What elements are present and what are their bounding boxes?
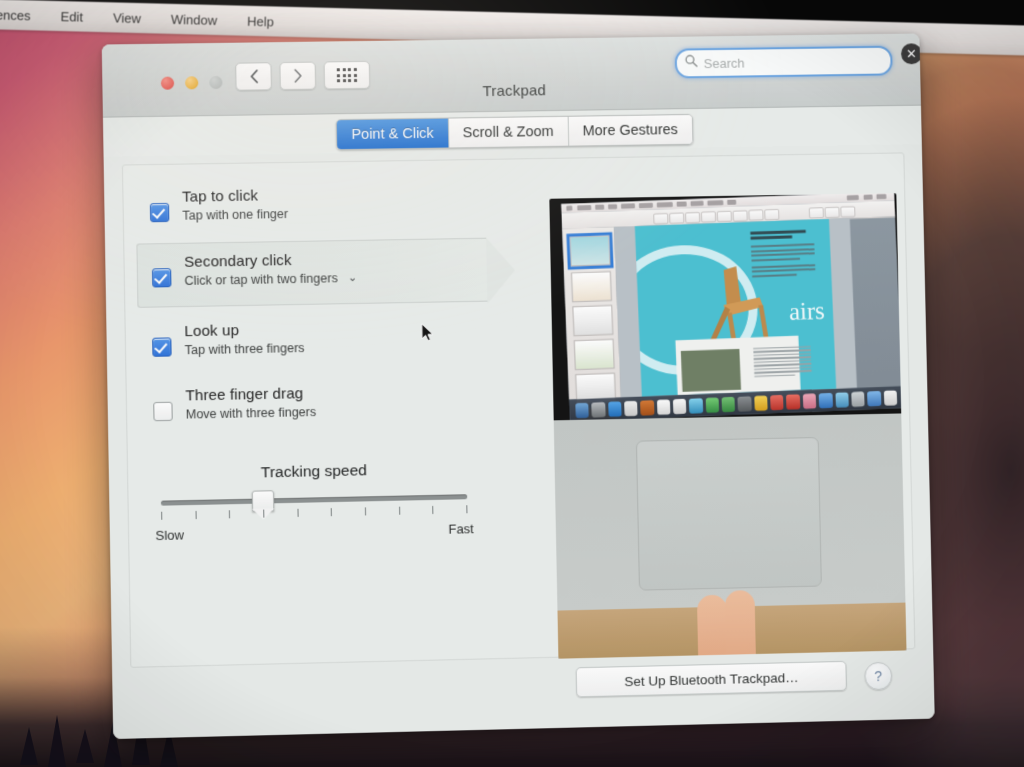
slider-ticks bbox=[161, 505, 468, 524]
preview-thumb bbox=[570, 271, 612, 303]
tracking-speed-slider[interactable] bbox=[160, 490, 468, 512]
tracking-speed-label: Tracking speed bbox=[260, 462, 368, 482]
tab-content-panel: Tap to click Tap with one finger Seconda… bbox=[103, 144, 935, 740]
slider-end-labels: Slow Fast bbox=[155, 521, 474, 543]
gesture-preview-video: airs bbox=[549, 193, 907, 659]
show-all-grid-icon bbox=[336, 67, 357, 83]
mouse-cursor bbox=[420, 322, 435, 343]
preview-trackpad-surface bbox=[635, 437, 822, 591]
page-title: Trackpad bbox=[482, 82, 547, 101]
tab-point-and-click[interactable]: Point & Click bbox=[337, 118, 450, 150]
preview-mac-screen: airs bbox=[561, 193, 904, 439]
tab-scroll-and-zoom[interactable]: Scroll & Zoom bbox=[448, 116, 569, 148]
menu-item-preferences[interactable]: rences bbox=[0, 7, 31, 23]
checkbox-look-up[interactable] bbox=[152, 337, 172, 357]
gesture-options-list: Tap to click Tap with one finger Seconda… bbox=[135, 174, 490, 443]
preview-thumb bbox=[573, 338, 615, 371]
tree-silhouette bbox=[76, 729, 94, 763]
checkbox-tap-to-click[interactable] bbox=[149, 202, 170, 223]
tracking-speed-section: Tracking speed Slow Fast bbox=[152, 460, 476, 543]
preview-thumb bbox=[566, 232, 614, 270]
preview-inset-photo bbox=[681, 348, 741, 392]
menu-item-window[interactable]: Window bbox=[171, 11, 218, 27]
menu-item-edit[interactable]: Edit bbox=[60, 9, 83, 25]
menu-item-view[interactable]: View bbox=[113, 10, 141, 26]
preview-laptop-body bbox=[553, 413, 906, 611]
preview-page-thumbnails bbox=[562, 227, 622, 439]
tree-silhouette bbox=[48, 715, 66, 767]
search-field[interactable]: Search bbox=[674, 45, 893, 79]
checkbox-secondary-click[interactable] bbox=[151, 268, 172, 288]
option-row-three-finger-drag[interactable]: Three finger drag Move with three finger… bbox=[139, 372, 490, 443]
option-row-look-up[interactable]: Look up Tap with three fingers bbox=[138, 308, 489, 379]
clear-circle-icon: ✕ bbox=[905, 46, 917, 62]
slider-max-label: Fast bbox=[448, 521, 474, 537]
preview-document-canvas: airs bbox=[613, 218, 857, 398]
option-row-secondary-click[interactable]: Secondary click Click or tap with two fi… bbox=[136, 237, 488, 308]
tab-more-gestures[interactable]: More Gestures bbox=[568, 114, 693, 146]
tree-silhouette bbox=[20, 727, 38, 765]
settings-panel: Tap to click Tap with one finger Seconda… bbox=[121, 152, 916, 668]
preview-page: airs bbox=[635, 218, 836, 397]
search-icon bbox=[685, 54, 698, 72]
clear-search-button[interactable]: ✕ bbox=[900, 43, 923, 65]
window-titlebar: Trackpad Search ✕ bbox=[101, 33, 923, 118]
preview-thumb bbox=[572, 304, 614, 337]
option-row-tap-to-click[interactable]: Tap to click Tap with one finger bbox=[135, 174, 486, 244]
chevron-left-icon bbox=[249, 69, 258, 84]
slider-min-label: Slow bbox=[155, 527, 185, 544]
set-up-bluetooth-trackpad-button[interactable]: Set Up Bluetooth Trackpad… bbox=[575, 660, 847, 698]
preview-trackpad-scene bbox=[553, 413, 907, 659]
preview-caption-word: airs bbox=[788, 297, 826, 326]
chevron-down-icon[interactable]: ⌄ bbox=[348, 271, 357, 284]
help-button[interactable]: ? bbox=[864, 661, 893, 691]
menu-item-help[interactable]: Help bbox=[247, 13, 274, 29]
chevron-right-icon bbox=[293, 68, 302, 83]
option-subtitle-text: Click or tap with two fingers bbox=[184, 271, 338, 288]
preview-body-text-lines bbox=[752, 345, 813, 389]
trackpad-preferences-window: Trackpad Search ✕ Point & Click Scroll &… bbox=[101, 33, 935, 740]
search-placeholder: Search bbox=[703, 55, 745, 71]
checkbox-three-finger-drag[interactable] bbox=[153, 401, 173, 422]
question-mark-icon: ? bbox=[874, 667, 883, 685]
